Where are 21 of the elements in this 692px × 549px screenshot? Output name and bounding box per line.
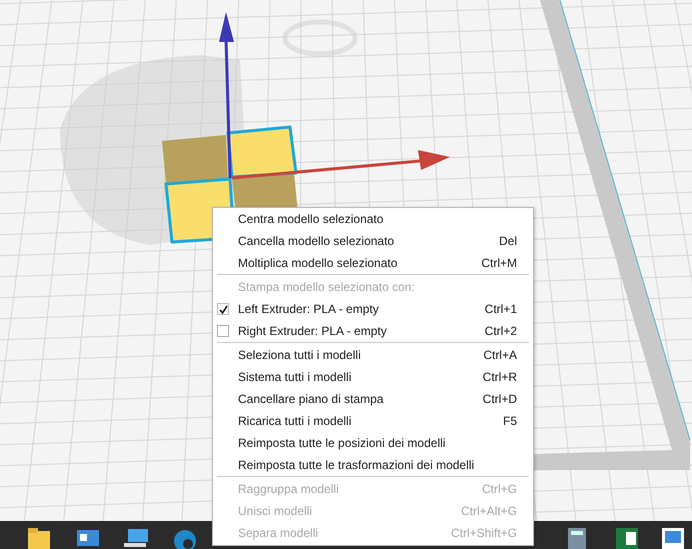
menu-item[interactable]: Cancella modello selezionato Del bbox=[213, 230, 533, 252]
spreadsheet-icon[interactable] bbox=[616, 528, 638, 549]
menu-item[interactable]: Centra modello selezionato bbox=[213, 208, 533, 230]
menu-item[interactable]: Reimposta tutte le posizioni dei modelli bbox=[213, 432, 533, 454]
contact-card-icon[interactable] bbox=[77, 530, 99, 546]
menu-item[interactable]: Seleziona tutti i modelli Ctrl+A bbox=[213, 344, 533, 366]
menu-item[interactable]: Cancellare piano di stampa Ctrl+D bbox=[213, 388, 533, 410]
window-icon[interactable] bbox=[662, 528, 684, 549]
calculator-icon[interactable] bbox=[568, 528, 586, 549]
folder-icon[interactable] bbox=[28, 528, 50, 549]
menu-item[interactable]: Left Extruder: PLA - empty Ctrl+1 bbox=[213, 298, 533, 320]
menu-item[interactable]: Ricarica tutti i modelli F5 bbox=[213, 410, 533, 432]
checkbox[interactable] bbox=[217, 325, 229, 337]
menu-item[interactable]: Right Extruder: PLA - empty Ctrl+2 bbox=[213, 320, 533, 342]
menu-section-label: Stampa modello selezionato con: bbox=[238, 280, 416, 294]
menu-item[interactable]: Moltiplica modello selezionato Ctrl+M bbox=[213, 252, 533, 274]
menu-item[interactable]: Sistema tutti i modelli Ctrl+R bbox=[213, 366, 533, 388]
menu-item[interactable]: Reimposta tutte le trasformazioni dei modelli bbox=[213, 454, 533, 476]
computer-icon[interactable] bbox=[124, 529, 148, 547]
checkbox[interactable] bbox=[217, 303, 229, 315]
browser-icon[interactable] bbox=[174, 530, 196, 549]
